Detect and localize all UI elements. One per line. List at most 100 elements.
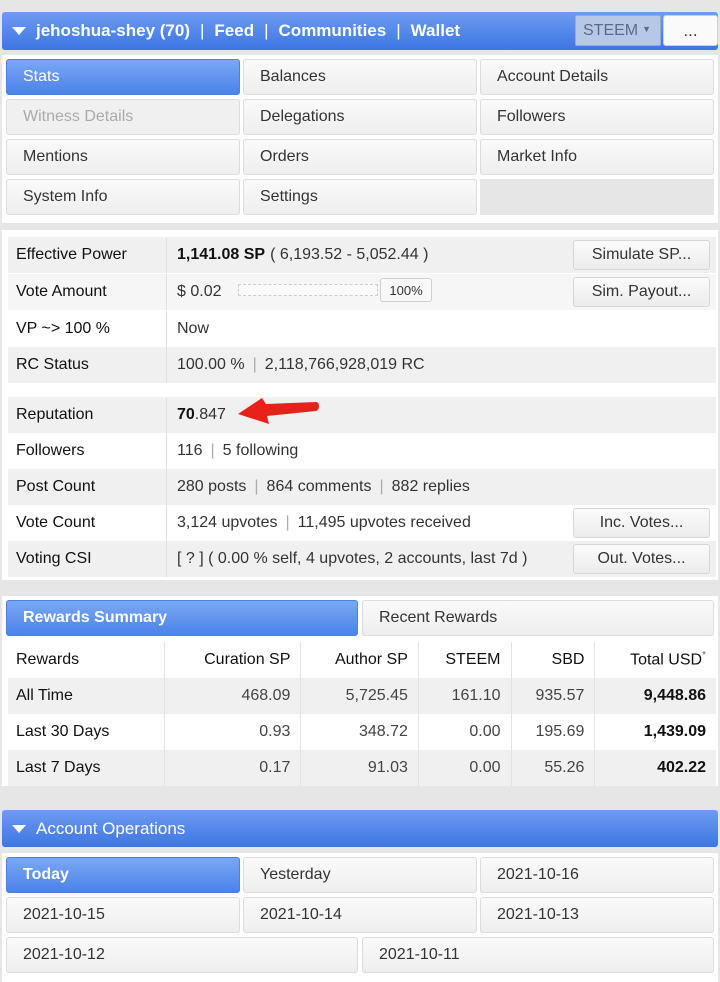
stats-row-vp: VP ~> 100 % Now [8,311,716,347]
nav-wallet[interactable]: Wallet [411,21,460,41]
following-count: 5 following [222,442,299,459]
rc-value: 100.00 % | 2,118,766,928,019 RC [166,347,425,383]
column-header: STEEM [417,642,511,678]
day-yesterday[interactable]: Yesterday [243,857,477,893]
vote-weight-slider[interactable] [238,284,378,296]
more-button[interactable]: ... [663,15,718,46]
table-cell: 0.93 [164,714,301,750]
account-operations-header[interactable]: Account Operations [2,810,718,847]
reputation-decimal: .847 [194,406,226,423]
stats-row-followers: Followers 116 | 5 following [8,433,716,469]
table-cell: 91.03 [300,750,419,786]
nav-communities[interactable]: Communities [279,21,387,41]
row-label: Voting CSI [16,550,92,567]
tab-balances[interactable]: Balances [243,59,477,95]
stats-row-voting-csi: Voting CSI [ ? ] ( 0.00 % self, 4 upvote… [8,541,716,577]
table-cell: Last 7 Days [8,750,165,786]
post-count-value: 280 posts | 864 comments | 882 replies [166,469,470,505]
sim-payout-button[interactable]: Sim. Payout... [573,277,710,307]
tab-stats[interactable]: Stats [6,59,240,95]
separator: | [379,478,384,495]
stats-row-reputation: Reputation 70.847 [8,397,716,433]
separator: | [254,478,259,495]
nav-separator: | [264,21,269,40]
table-cell: 5,725.45 [300,678,419,714]
comments-count: 864 comments [266,478,372,495]
followers-count: 116 [177,442,203,459]
voting-csi-value: [ ? ] ( 0.00 % self, 4 upvotes, 2 accoun… [166,541,527,577]
tab-empty-slot [480,179,714,215]
tab-orders[interactable]: Orders [243,139,477,175]
column-header: Rewards [16,651,80,668]
day-today[interactable]: Today [6,857,240,893]
row-label: Reputation [16,406,94,423]
day-2021-10-12[interactable]: 2021-10-12 [6,937,358,973]
stats-row-rc: RC Status 100.00 % | 2,118,766,928,019 R… [8,347,716,383]
column-header: SBD [510,642,595,678]
out-votes-button[interactable]: Out. Votes... [573,544,710,574]
day-2021-10-15[interactable]: 2021-10-15 [6,897,240,933]
nav-feed[interactable]: Feed [214,21,254,41]
stats-row-effective-power: Effective Power 1,141.08 SP ( 6,193.52 -… [8,237,716,273]
rewards-table: Rewards Curation SP Author SP STEEM SBD … [8,642,716,786]
table-cell: 161.10 [417,678,511,714]
separator: | [285,514,290,531]
column-header-total-usd: Total USD* [594,642,716,678]
table-cell: Last 30 Days [16,723,110,740]
row-label: Effective Power [16,246,127,263]
upvotes-received: 11,495 upvotes received [297,514,471,531]
tab-account-details[interactable]: Account Details [480,59,714,95]
nav-separator: | [200,21,205,40]
table-cell: 935.57 [510,678,595,714]
day-2021-10-14[interactable]: 2021-10-14 [243,897,477,933]
tab-market-info[interactable]: Market Info [480,139,714,175]
vote-count-value: 3,124 upvotes | 11,495 upvotes received [166,505,471,541]
stats-row-vote-count: Vote Count 3,124 upvotes | 11,495 upvote… [8,505,716,541]
day-2021-10-16[interactable]: 2021-10-16 [480,857,714,893]
tab-mentions[interactable]: Mentions [6,139,240,175]
column-header: Author SP [300,642,419,678]
tab-recent-rewards[interactable]: Recent Rewards [362,600,714,636]
column-header: Total USD [630,651,703,669]
tab-settings[interactable]: Settings [243,179,477,215]
reputation-value: 70.847 [166,397,226,433]
table-cell: 402.22 [594,750,716,786]
currency-select-value: STEEM [583,21,639,39]
separator: | [210,442,215,459]
upvotes-count: 3,124 upvotes [177,514,278,531]
table-cell: 195.69 [510,714,595,750]
tab-system-info[interactable]: System Info [6,179,240,215]
simulate-sp-button[interactable]: Simulate SP... [573,240,710,270]
replies-count: 882 replies [391,478,470,495]
row-label: Vote Count [16,514,96,531]
day-2021-10-13[interactable]: 2021-10-13 [480,897,714,933]
inc-votes-button[interactable]: Inc. Votes... [573,508,710,538]
tab-followers[interactable]: Followers [480,99,714,135]
currency-select[interactable]: STEEM ▼ [575,15,661,46]
table-cell: 9,448.86 [594,678,716,714]
table-row: Last 7 Days 0.17 91.03 0.00 55.26 402.22 [8,750,716,786]
tab-delegations[interactable]: Delegations [243,99,477,135]
row-label: VP ~> 100 % [16,320,110,337]
footnote-asterisk: * [702,650,706,662]
table-cell: 0.00 [417,750,511,786]
effective-power-value: 1,141.08 SP ( 6,193.52 - 5,052.44 ) [166,237,428,273]
stats-row-vote-amount: Vote Amount $ 0.02 100% Sim. Payout... [8,274,716,310]
collapse-triangle-icon[interactable] [12,27,26,35]
collapse-triangle-icon[interactable] [12,824,26,833]
top-nav-bar: jehoshua-shey (70) | Feed | Communities … [2,12,718,50]
day-2021-10-11[interactable]: 2021-10-11 [362,937,714,973]
row-label: RC Status [16,356,89,373]
row-label: Vote Amount [16,283,107,300]
vp-value: Now [166,311,209,347]
vote-weight-percent[interactable]: 100% [380,278,432,302]
account-link[interactable]: jehoshua-shey (70) [36,21,190,41]
table-row: All Time 468.09 5,725.45 161.10 935.57 9… [8,678,716,714]
reputation-int: 70 [177,406,195,423]
effective-power-sp: 1,141.08 SP [177,246,266,263]
row-label: Followers [16,442,85,459]
rc-percent: 100.00 % [177,356,245,373]
account-operations-title: Account Operations [36,818,186,838]
tab-witness-details: Witness Details [6,99,240,135]
tab-rewards-summary[interactable]: Rewards Summary [6,600,358,636]
